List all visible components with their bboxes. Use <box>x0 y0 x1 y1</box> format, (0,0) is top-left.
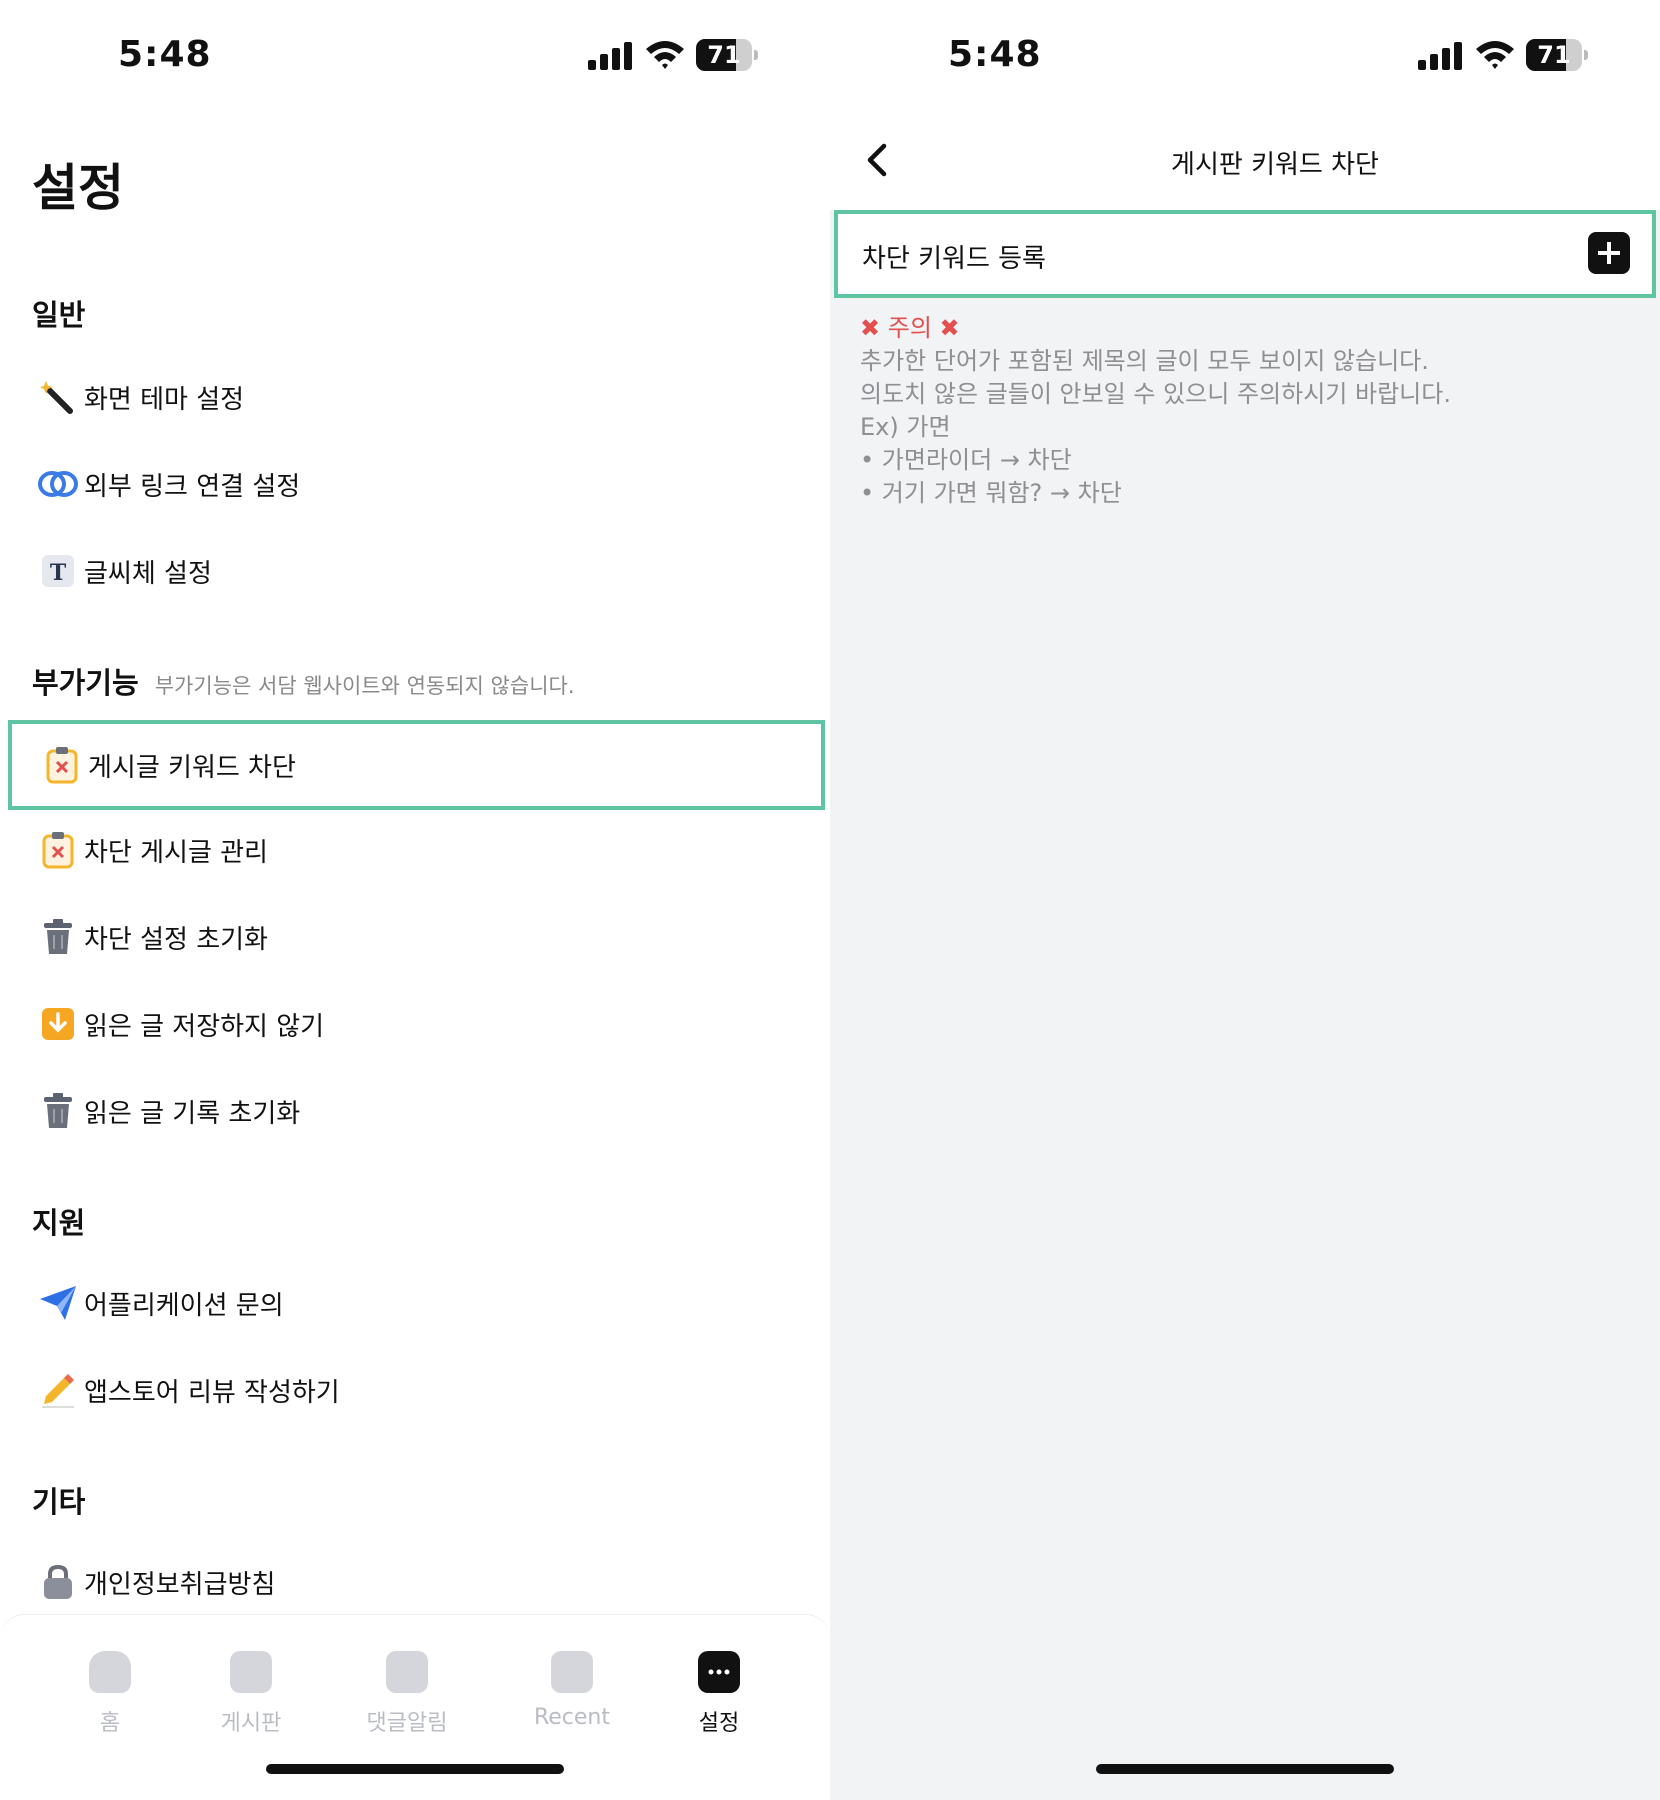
theme-setting-item[interactable]: 화면 테마 설정 <box>8 354 825 440</box>
tab-recent-label: Recent <box>533 1705 611 1730</box>
tab-comment-alert[interactable]: 댓글알림 <box>347 1635 467 1737</box>
notice-line: • 가면라이더 → 차단 <box>860 446 1072 474</box>
pencil-icon <box>30 1362 86 1418</box>
home-icon <box>89 1651 131 1693</box>
notice-line: • 거기 가면 뭐함? → 차단 <box>860 479 1122 507</box>
tab-bar: 홈 게시판 댓글알림 Recent 설정 <box>0 1614 830 1800</box>
tab-home-label: 홈 <box>99 1711 121 1736</box>
add-keyword-button[interactable] <box>1588 232 1630 274</box>
lock-icon <box>30 1554 86 1610</box>
battery-icon: 71 <box>696 39 758 71</box>
notice-line: 의도치 않은 글들이 안보일 수 있으니 주의하시기 바랍니다. <box>860 380 1451 408</box>
status-bar: 5:48 71 <box>0 0 830 110</box>
tab-recent[interactable]: Recent <box>512 1635 632 1730</box>
section-other: 기타 <box>32 1485 86 1519</box>
status-time: 5:48 <box>118 34 212 75</box>
notice-line: 추가한 단어가 포함된 제목의 글이 모두 보이지 않습니다. <box>860 347 1429 375</box>
reset-block-item[interactable]: 차단 설정 초기화 <box>8 894 825 980</box>
board-icon <box>230 1651 272 1693</box>
no-save-read-label: 읽은 글 저장하지 않기 <box>84 1011 325 1042</box>
keyword-block-screen: 5:48 71 게시판 키워드 차단 차단 키워드 등록 ✖ 주의 ✖ 추가한 … <box>830 0 1660 1800</box>
status-bar: 5:48 71 <box>830 0 1660 110</box>
theme-setting-label: 화면 테마 설정 <box>84 384 245 415</box>
tab-comment-alert-label: 댓글알림 <box>366 1711 448 1736</box>
blocked-posts-label: 차단 게시글 관리 <box>84 837 268 868</box>
privacy-policy-item[interactable]: 개인정보취급방침 <box>8 1539 825 1625</box>
trash-icon <box>30 909 86 965</box>
paper-plane-icon <box>30 1275 86 1331</box>
clock-icon <box>551 1651 593 1693</box>
tab-board[interactable]: 게시판 <box>191 1635 311 1737</box>
review-item[interactable]: 앱스토어 리뷰 작성하기 <box>8 1347 825 1433</box>
reset-block-label: 차단 설정 초기화 <box>84 924 268 955</box>
status-time: 5:48 <box>948 34 1042 75</box>
trash-icon <box>30 1083 86 1139</box>
external-link-label: 외부 링크 연결 설정 <box>84 471 301 502</box>
section-general: 일반 <box>32 298 86 332</box>
notice-line: Ex) 가면 <box>860 413 951 441</box>
signal-icon <box>588 42 632 70</box>
blocked-posts-item[interactable]: 차단 게시글 관리 <box>8 807 825 893</box>
battery-level: 71 <box>707 41 741 69</box>
font-setting-label: 글씨체 설정 <box>84 558 212 589</box>
section-extra-title: 부가기능 <box>32 666 139 700</box>
settings-screen: 5:48 71 설정 일반 화면 테마 설정 외부 링크 연결 설정 T 글씨체… <box>0 0 830 1800</box>
nav-title: 게시판 키워드 차단 <box>1171 150 1379 180</box>
reset-read-label: 읽은 글 기록 초기화 <box>84 1098 301 1129</box>
warning-label: ✖ 주의 ✖ <box>860 314 960 342</box>
tab-settings[interactable]: 설정 <box>659 1635 779 1737</box>
section-extra: 부가기능 부가기능은 서담 웹사이트와 연동되지 않습니다. <box>32 660 575 702</box>
tab-home[interactable]: 홈 <box>50 1635 170 1737</box>
keyword-block-label: 게시글 키워드 차단 <box>88 752 296 783</box>
more-icon <box>698 1651 740 1693</box>
font-icon: T <box>30 543 86 599</box>
external-link-setting-item[interactable]: 외부 링크 연결 설정 <box>8 441 825 527</box>
comment-alert-icon <box>386 1651 428 1693</box>
keyword-block-item[interactable]: 게시글 키워드 차단 <box>8 720 825 810</box>
battery-level: 71 <box>1537 41 1571 69</box>
download-box-icon <box>30 996 86 1052</box>
font-setting-item[interactable]: T 글씨체 설정 <box>8 528 825 614</box>
app-inquiry-item[interactable]: 어플리케이션 문의 <box>8 1260 825 1346</box>
section-extra-note: 부가기능은 서담 웹사이트와 연동되지 않습니다. <box>154 674 575 698</box>
nav-bar: 게시판 키워드 차단 <box>830 110 1660 210</box>
notice-text: ✖ 주의 ✖ 추가한 단어가 포함된 제목의 글이 모두 보이지 않습니다. 의… <box>860 312 1451 510</box>
privacy-policy-label: 개인정보취급방침 <box>84 1569 276 1600</box>
register-keyword-label: 차단 키워드 등록 <box>862 244 1046 274</box>
reset-read-item[interactable]: 읽은 글 기록 초기화 <box>8 1068 825 1154</box>
svg-text:T: T <box>50 560 67 586</box>
section-support: 지원 <box>32 1206 86 1240</box>
magic-wand-icon <box>30 369 86 425</box>
signal-icon <box>1418 42 1462 70</box>
tab-board-label: 게시판 <box>220 1711 282 1736</box>
wifi-icon <box>1476 41 1514 69</box>
app-inquiry-label: 어플리케이션 문의 <box>84 1290 284 1321</box>
battery-icon: 71 <box>1526 39 1588 71</box>
review-label: 앱스토어 리뷰 작성하기 <box>84 1377 340 1408</box>
wifi-icon <box>646 41 684 69</box>
home-indicator <box>1096 1764 1394 1774</box>
tab-settings-label: 설정 <box>698 1711 740 1736</box>
register-keyword-row[interactable]: 차단 키워드 등록 <box>834 210 1656 298</box>
link-icon <box>30 456 86 512</box>
no-save-read-item[interactable]: 읽은 글 저장하지 않기 <box>8 981 825 1067</box>
clipboard-x-icon <box>30 822 86 878</box>
home-indicator <box>266 1764 564 1774</box>
page-title: 설정 <box>32 159 124 217</box>
clipboard-x-icon <box>34 737 90 793</box>
